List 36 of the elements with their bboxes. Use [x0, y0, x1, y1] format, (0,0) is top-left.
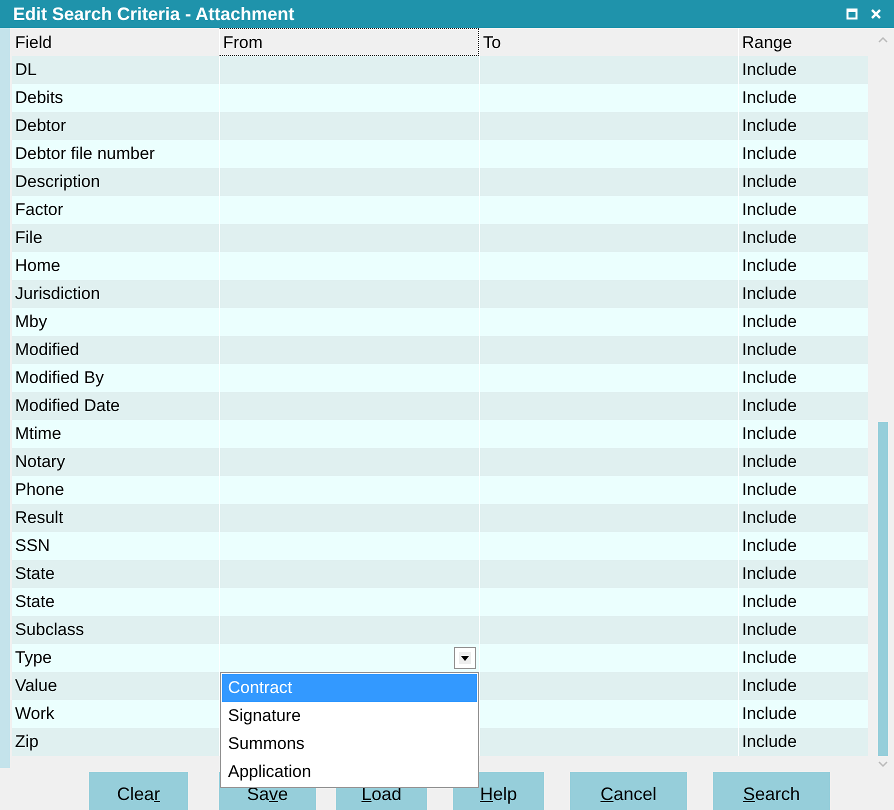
dropdown-option[interactable]: Summons: [222, 730, 477, 758]
table-cell-text: Home: [14, 255, 62, 277]
table-cell-text: Notary: [14, 451, 66, 473]
table-cell-text: Modified By: [14, 367, 105, 389]
table-cell-text: Debtor file number: [14, 143, 156, 165]
table-cell-text: Modified: [14, 339, 80, 361]
window-title: Edit Search Criteria - Attachment: [13, 4, 296, 24]
table-cell-text: Mtime: [14, 423, 62, 445]
table-cell-text: Phone: [14, 479, 66, 501]
table-cell-text: DL: [14, 59, 38, 81]
table-cell-text: Result: [14, 507, 64, 529]
table-cell-text: Value: [14, 675, 58, 697]
table-cell-text: Mby: [14, 311, 48, 333]
dropdown-option[interactable]: Signature: [222, 702, 477, 730]
table-cell-text: Description: [14, 171, 102, 193]
table-cell-text: State: [14, 563, 56, 585]
dialog-button[interactable]: Clear: [89, 772, 188, 810]
table-cell-text: Type: [14, 647, 53, 669]
table-cell-text: State: [14, 591, 56, 613]
table-cell-text: File: [14, 227, 44, 249]
dialog-button[interactable]: Search: [713, 772, 830, 810]
table-cell-text: Modified Date: [14, 395, 121, 417]
dialog-button[interactable]: Cancel: [570, 772, 687, 810]
table-cell-text: Debits: [14, 87, 64, 109]
table-cell-text: Jurisdiction: [14, 283, 102, 305]
close-icon[interactable]: [870, 8, 882, 20]
column-header[interactable]: Field: [12, 28, 219, 56]
table-cell-text: SSN: [14, 535, 51, 557]
table-cell-text: Subclass: [14, 619, 85, 641]
table-cell-text: Work: [14, 703, 56, 725]
table-cell-text: Debtor: [14, 115, 68, 137]
maximize-icon[interactable]: [846, 8, 858, 20]
table-cell-text: Factor: [14, 199, 64, 221]
table-cell: Include: [738, 728, 868, 756]
table-cell-text: Zip: [14, 731, 40, 753]
scrollbar-thumb[interactable]: [878, 422, 888, 756]
